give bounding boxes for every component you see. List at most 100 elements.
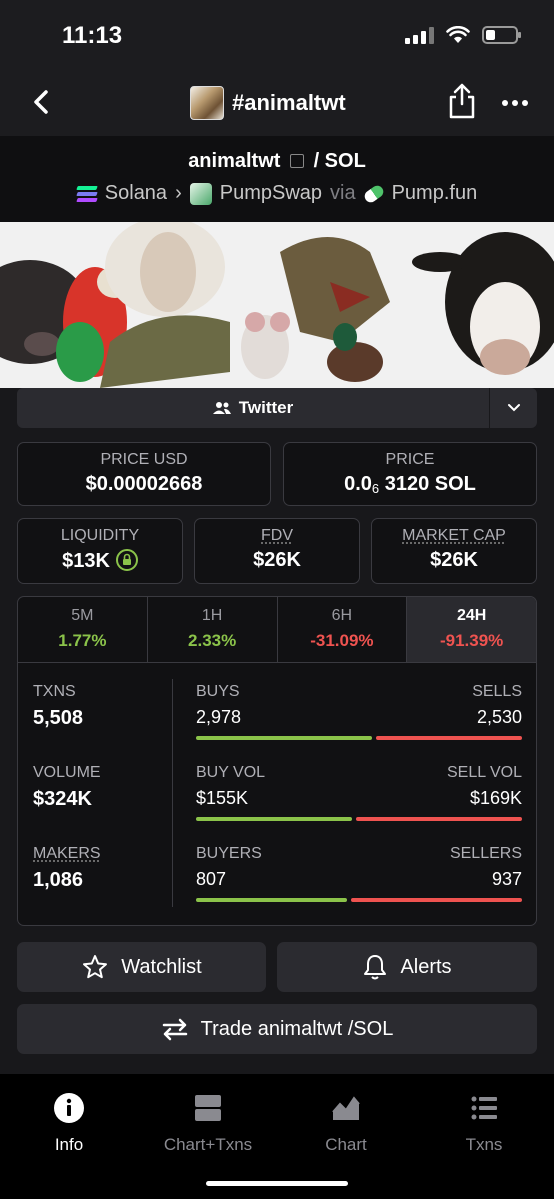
divider: [172, 679, 173, 907]
tab-info[interactable]: Info: [14, 1092, 124, 1155]
chevron-down-icon: [507, 404, 520, 412]
tab-chart-txns-label: Chart+Txns: [163, 1135, 253, 1154]
txns-metric: TXNS 5,508: [33, 683, 83, 730]
sell-bar-segment: [355, 817, 522, 821]
tab-chart-txns[interactable]: Chart+Txns: [153, 1092, 263, 1155]
back-button[interactable]: [24, 84, 60, 120]
sell-bar-segment: [376, 736, 522, 740]
buy-vol-value: $155K: [196, 788, 249, 808]
bottom-tab-bar: Info Chart+Txns Chart Txns: [0, 1074, 554, 1199]
buy-vol-label: BUY VOL: [196, 764, 266, 781]
buys-label: BUYS: [196, 683, 240, 700]
period-label: 6H: [331, 607, 353, 624]
volume-value: $324K: [33, 788, 92, 810]
liquidity-value-row: $13K: [18, 549, 182, 573]
period-label: 1H: [201, 607, 223, 624]
fdv-value: $26K: [253, 549, 301, 571]
trade-button[interactable]: Trade animaltwt /SOL: [17, 1004, 537, 1054]
launchpad-link[interactable]: Pump.fun: [392, 182, 478, 205]
price-native-card: PRICE 0.06 3120 SOL: [283, 442, 537, 506]
pair-title: animaltwt / SOL: [0, 150, 554, 173]
tab-1h[interactable]: 1H 2.33%: [148, 597, 278, 662]
buyers-label: BUYERS: [196, 845, 262, 862]
bell-icon: [364, 955, 387, 980]
period-label: 5M: [71, 607, 94, 624]
market-cap-value: $26K: [430, 549, 478, 571]
info-icon: [54, 1093, 84, 1123]
buyers-sellers-metric: BUYERS SELLERS 807 937: [196, 845, 522, 902]
sells-label: SELLS: [472, 683, 522, 700]
buy-bar-segment: [196, 736, 373, 740]
pair-route: Solana › PumpSwap via Pump.fun: [0, 182, 554, 205]
chevron-right-icon: ›: [175, 182, 182, 204]
price-usd-card: PRICE USD $0.00002668: [17, 442, 271, 506]
buy-bar-segment: [196, 817, 352, 821]
makers-metric: MAKERS 1,086: [33, 845, 101, 892]
chain-link[interactable]: Solana: [105, 182, 167, 205]
tab-6h[interactable]: 6H -31.09%: [278, 597, 408, 662]
tab-chart[interactable]: Chart: [291, 1092, 401, 1155]
volume-metric: VOLUME $324K: [33, 764, 101, 811]
buys-sells-bar: [196, 736, 522, 740]
more-options-button[interactable]: [500, 88, 530, 118]
users-icon: [212, 402, 231, 414]
list-icon: [471, 1096, 497, 1120]
twitter-button[interactable]: Twitter: [17, 388, 489, 428]
price-native-suffix: 3120 SOL: [384, 473, 476, 495]
quote-token: / SOL: [313, 150, 366, 172]
watchlist-button[interactable]: Watchlist: [17, 942, 266, 992]
lock-icon[interactable]: [115, 549, 138, 571]
buyers-value: 807: [196, 869, 227, 889]
makers-label[interactable]: MAKERS: [33, 845, 101, 863]
wifi-icon: [446, 26, 470, 43]
star-icon: [83, 955, 108, 979]
area-chart-icon: [332, 1096, 360, 1120]
buy-sell-volume-bar: [196, 817, 522, 821]
period-change: 1.77%: [58, 631, 107, 650]
makers-value: 1,086: [33, 869, 84, 891]
pumpswap-icon: [189, 182, 212, 205]
tab-5m[interactable]: 5M 1.77%: [18, 597, 148, 662]
liquidity-value: $13K: [62, 550, 110, 572]
tab-txns[interactable]: Txns: [429, 1092, 539, 1155]
copy-icon[interactable]: [290, 154, 304, 168]
period-label: 24H: [456, 607, 487, 624]
swap-arrows-icon: [162, 1018, 187, 1041]
price-usd-value: $0.00002668: [85, 473, 203, 495]
market-cap-card[interactable]: MARKET CAP $26K: [371, 518, 537, 584]
liquidity-card: LIQUIDITY $13K: [17, 518, 183, 584]
period-stats-panel: 5M 1.77% 1H 2.33% 6H -31.09% 24H -91.39%…: [17, 596, 537, 926]
alerts-label: Alerts: [400, 955, 452, 978]
socials-dropdown-button[interactable]: [490, 388, 537, 428]
pair-header: animaltwt / SOL Solana › PumpSwap via Pu…: [0, 136, 554, 222]
status-icons: [405, 26, 521, 44]
sellers-label: SELLERS: [449, 845, 522, 862]
alerts-button[interactable]: Alerts: [277, 942, 537, 992]
dex-link[interactable]: PumpSwap: [220, 182, 322, 205]
base-token: animaltwt: [188, 150, 281, 172]
period-tabs: 5M 1.77% 1H 2.33% 6H -31.09% 24H -91.39%: [18, 597, 536, 663]
price-usd-label: PRICE USD: [100, 451, 188, 468]
fdv-card[interactable]: FDV $26K: [194, 518, 360, 584]
period-change: -31.09%: [310, 631, 374, 650]
price-native-value: 0.06 3120 SOL: [284, 473, 536, 496]
price-native-prefix: 0.0: [344, 473, 372, 495]
battery-icon: [482, 26, 521, 44]
volume-label: VOLUME: [33, 764, 101, 781]
sell-vol-value: $169K: [469, 788, 522, 808]
status-bar: 11:13: [0, 0, 554, 70]
period-change: 2.33%: [188, 631, 237, 650]
buys-value: 2,978: [196, 707, 242, 727]
tab-info-label: Info: [54, 1135, 84, 1154]
home-indicator: [206, 1181, 348, 1186]
page-title: #animaltwt: [190, 86, 346, 120]
txns-label: TXNS: [33, 683, 76, 700]
nav-bar: #animaltwt: [0, 70, 554, 136]
watchlist-label: Watchlist: [121, 955, 202, 978]
buy-sell-volume-metric: BUY VOL SELL VOL $155K $169K: [196, 764, 522, 821]
share-button[interactable]: [446, 82, 478, 120]
trade-label: Trade animaltwt /SOL: [200, 1017, 394, 1040]
sellers-value: 937: [491, 869, 522, 889]
pumpfun-icon: [361, 182, 386, 205]
tab-24h[interactable]: 24H -91.39%: [407, 597, 536, 662]
